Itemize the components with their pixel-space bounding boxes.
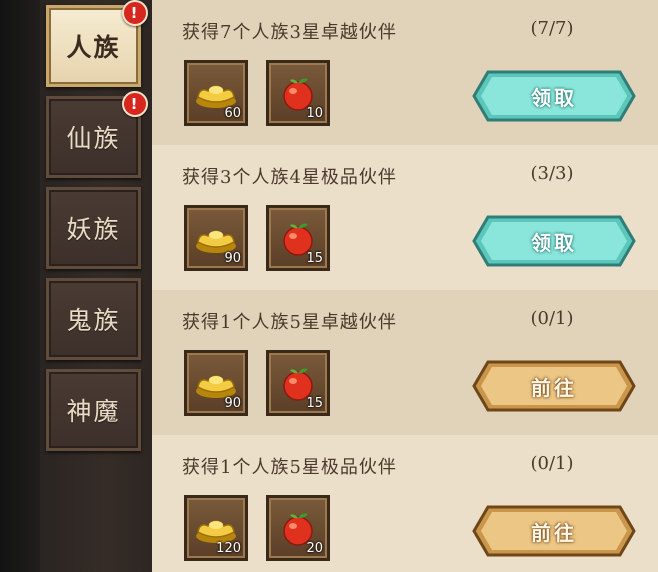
quest-row: 获得1个人族5星卓越伙伴 (0/1) 90 15 前往 [152, 290, 658, 435]
quest-progress: (7/7) [530, 18, 574, 39]
reward-slot-fruit[interactable]: 15 [266, 350, 330, 416]
claim-button[interactable]: 领取 [472, 215, 636, 267]
claim-button-label: 领取 [531, 230, 577, 255]
quest-row: 获得1个人族5星极品伙伴 (0/1) 120 20 前往 [152, 435, 658, 572]
reward-slot-gold[interactable]: 90 [184, 205, 248, 271]
quest-list: 获得7个人族3星卓越伙伴 (7/7) 60 10 领取 获得3个人族4星极品伙伴… [152, 0, 658, 572]
tab-yaozu[interactable]: 妖族 [46, 187, 141, 269]
quest-title: 获得7个人族3星卓越伙伴 [182, 22, 397, 43]
quest-progress: (0/1) [530, 453, 574, 474]
reward-quantity: 15 [306, 251, 323, 266]
reward-quantity: 90 [224, 251, 241, 266]
reward-quantity: 10 [306, 106, 323, 121]
quest-progress: (3/3) [530, 163, 574, 184]
tab-label: 人族 [66, 33, 121, 62]
reward-slot-fruit[interactable]: 20 [266, 495, 330, 561]
reward-quantity: 60 [224, 106, 241, 121]
quest-row: 获得7个人族3星卓越伙伴 (7/7) 60 10 领取 [152, 0, 658, 145]
tab-label: 妖族 [66, 215, 121, 244]
reward-slot-fruit[interactable]: 10 [266, 60, 330, 126]
quest-row: 获得3个人族4星极品伙伴 (3/3) 90 15 领取 [152, 145, 658, 290]
claim-button[interactable]: 领取 [472, 70, 636, 122]
reward-slot-gold[interactable]: 120 [184, 495, 248, 561]
quest-progress: (0/1) [530, 308, 574, 329]
reward-slot-gold[interactable]: 90 [184, 350, 248, 416]
tab-shenmo[interactable]: 神魔 [46, 369, 141, 451]
reward-quantity: 90 [224, 396, 241, 411]
alert-badge-icon: ! [122, 0, 148, 26]
reward-quantity: 20 [306, 541, 323, 556]
tab-renzu[interactable]: 人族 ! [46, 0, 148, 87]
goto-button[interactable]: 前往 [472, 360, 636, 412]
tab-label: 神魔 [66, 397, 121, 426]
quest-title: 获得3个人族4星极品伙伴 [182, 167, 397, 188]
goto-button[interactable]: 前往 [472, 505, 636, 557]
goto-button-label: 前往 [531, 375, 577, 400]
quest-title: 获得1个人族5星极品伙伴 [182, 457, 397, 478]
reward-slot-fruit[interactable]: 15 [266, 205, 330, 271]
tab-label: 鬼族 [66, 306, 121, 335]
tab-xianzu[interactable]: 仙族 ! [46, 91, 148, 178]
reward-quantity: 15 [306, 396, 323, 411]
tab-guizu[interactable]: 鬼族 [46, 278, 141, 360]
background-left-edge [0, 0, 40, 572]
faction-sidebar: 人族 ! 仙族 ! 妖族 鬼族 神魔 [40, 0, 154, 572]
reward-slot-gold[interactable]: 60 [184, 60, 248, 126]
tab-label: 仙族 [66, 124, 121, 153]
alert-badge-icon: ! [122, 91, 148, 117]
reward-quantity: 120 [216, 541, 241, 556]
goto-button-label: 前往 [531, 520, 577, 545]
quest-title: 获得1个人族5星卓越伙伴 [182, 312, 397, 333]
claim-button-label: 领取 [531, 85, 577, 110]
